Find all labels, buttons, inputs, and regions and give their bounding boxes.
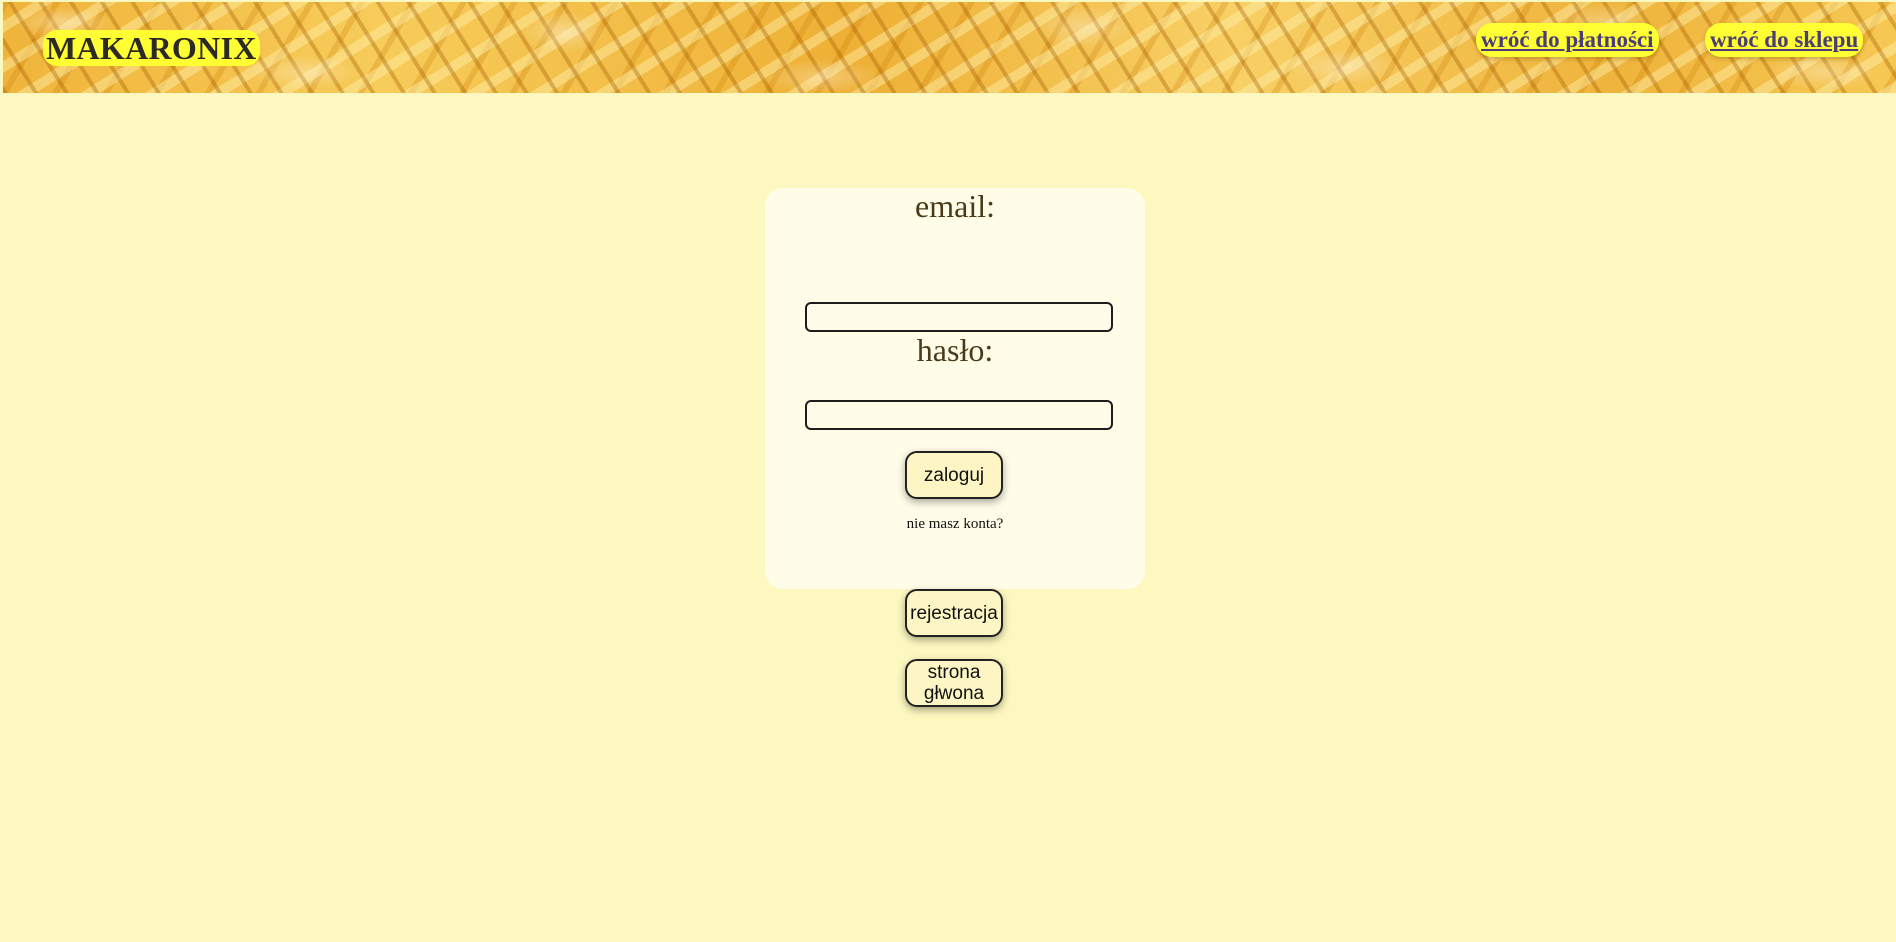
home-page-button[interactable]: strona głwona (905, 659, 1003, 707)
back-to-shop-link[interactable]: wróć do sklepu (1705, 23, 1864, 57)
register-button[interactable]: rejestracja (905, 589, 1003, 637)
site-logo[interactable]: MAKARONIX (43, 30, 260, 66)
email-label: email: (915, 188, 995, 224)
password-field[interactable] (805, 400, 1113, 430)
login-button[interactable]: zaloguj (905, 451, 1003, 499)
password-label: hasło: (916, 332, 994, 368)
login-card: email: hasło: nie masz konta? (765, 188, 1145, 589)
header-banner: MAKARONIX wróć do płatności wróć do skle… (3, 2, 1896, 93)
email-field[interactable] (805, 302, 1113, 332)
back-to-payment-link[interactable]: wróć do płatności (1476, 23, 1659, 57)
no-account-text: nie masz konta? (906, 516, 1004, 532)
